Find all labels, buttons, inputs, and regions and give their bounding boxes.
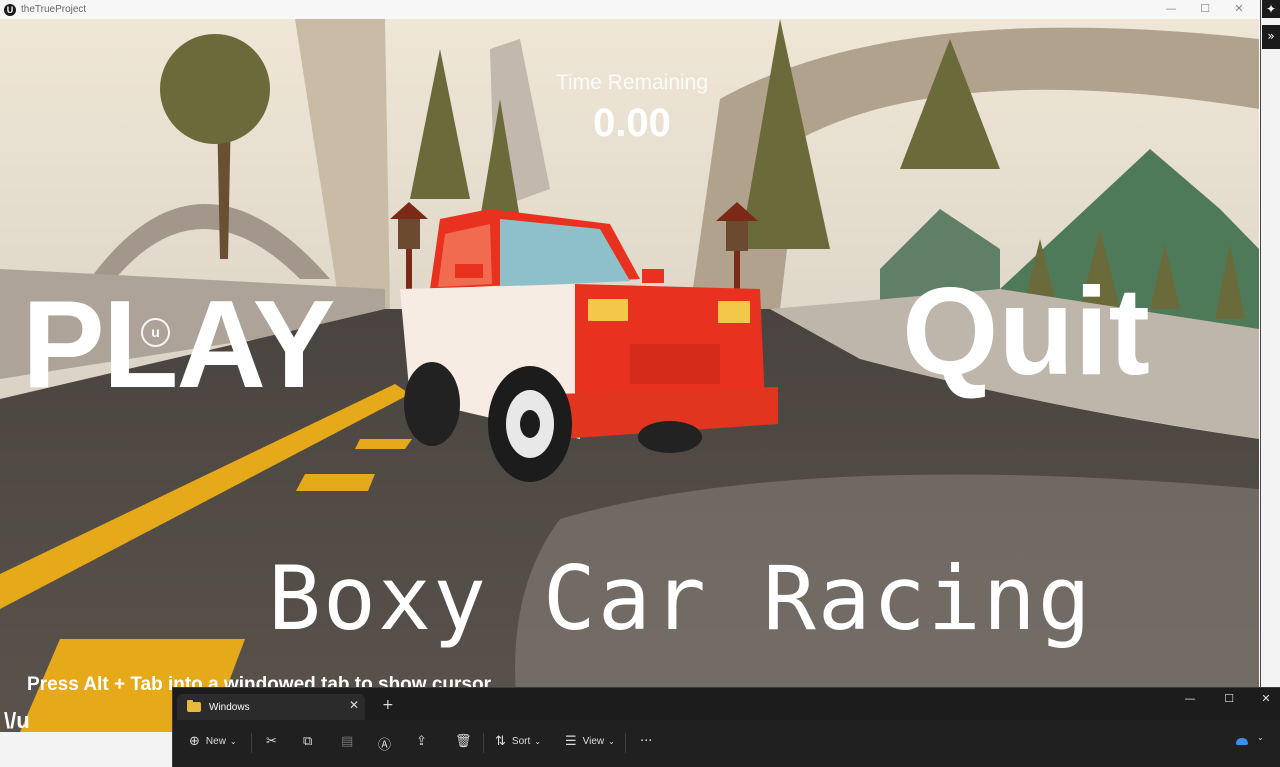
sort-button[interactable]: ⇅ Sort ⌄: [495, 734, 541, 749]
chevron-down-icon: ⌄: [1257, 733, 1264, 742]
folder-icon: [187, 700, 201, 712]
explorer-close-button[interactable]: ✕: [1251, 692, 1280, 710]
copy-button[interactable]: ⧉: [303, 734, 312, 749]
chevron-down-icon: ⌄: [229, 737, 237, 746]
car-wheel: [638, 421, 702, 453]
clipboard-icon: ▤: [341, 734, 354, 749]
share-button[interactable]: ⇪: [416, 734, 427, 749]
car-wheel: [404, 362, 460, 446]
cloud-menu-button[interactable]: ⌄: [1257, 733, 1264, 742]
toolbar-divider: [625, 733, 626, 753]
game-title: Boxy Car Racing: [268, 547, 1093, 650]
rename-icon: Ⓐ: [378, 738, 392, 753]
new-button[interactable]: ⊕ New ⌄: [189, 734, 237, 749]
explorer-toolbar: ⊕ New ⌄ ✂ ⧉ ▤ Ⓐ ⇪ 🗑 ⇅ Sort ⌄ ☰ View ⌄ ··…: [173, 721, 1280, 767]
window-title: theTrueProject: [21, 4, 87, 15]
play-button[interactable]: PLAY: [22, 283, 335, 407]
toolbar-divider: [483, 733, 484, 753]
expand-chevron-icon[interactable]: »: [1262, 25, 1280, 49]
unreal-watermark-icon: u: [141, 318, 170, 347]
time-remaining-label: Time Remaining: [555, 71, 709, 94]
trash-icon: 🗑: [455, 734, 472, 749]
explorer-tab[interactable]: Windows ✕: [177, 694, 365, 720]
explorer-tabbar: Windows ✕ + — ☐ ✕: [173, 688, 1280, 720]
explorer-minimize-button[interactable]: —: [1175, 692, 1205, 710]
game-window: U theTrueProject — ☐ ✕ Time Remaining 0.…: [0, 0, 1261, 733]
car-headlight: [588, 299, 628, 321]
right-edge-panel: [1261, 0, 1280, 766]
view-button[interactable]: ☰ View ⌄: [565, 734, 615, 749]
quit-button[interactable]: Quit: [902, 270, 1150, 394]
game-titlebar: U theTrueProject — ☐ ✕: [0, 0, 1260, 19]
chevron-down-icon: ⌄: [534, 737, 541, 746]
plus-circle-icon: ⊕: [189, 734, 200, 749]
delete-button[interactable]: 🗑: [455, 734, 472, 749]
scissors-icon: ✂: [266, 734, 277, 749]
car-mirror: [642, 269, 664, 283]
corner-logo-icon: \/u: [4, 708, 30, 733]
tab-label: Windows: [209, 701, 250, 713]
car-grille: [630, 344, 720, 384]
new-tab-button[interactable]: +: [382, 697, 394, 713]
close-button[interactable]: ✕: [1222, 0, 1256, 19]
extension-puzzle-icon[interactable]: ✦: [1262, 0, 1280, 18]
road-dash: [355, 439, 412, 449]
paste-button[interactable]: ▤: [341, 734, 353, 749]
view-label: View: [582, 736, 605, 747]
time-remaining-value: 0.00: [593, 101, 671, 145]
car-headlight: [718, 301, 750, 323]
minimize-button[interactable]: —: [1154, 0, 1188, 19]
sort-label: Sort: [511, 736, 531, 747]
copy-icon: ⧉: [303, 734, 313, 749]
more-options-button[interactable]: ···: [640, 734, 652, 749]
file-explorer-window: Windows ✕ + — ☐ ✕ ⊕ New ⌄ ✂ ⧉ ▤ Ⓐ ⇪ 🗑 ⇅ …: [172, 687, 1280, 767]
maximize-button[interactable]: ☐: [1188, 0, 1222, 19]
more-icon: ···: [640, 734, 653, 749]
toolbar-divider: [251, 733, 252, 753]
explorer-maximize-button[interactable]: ☐: [1214, 692, 1244, 710]
rename-button[interactable]: Ⓐ: [378, 734, 391, 753]
view-list-icon: ☰: [565, 734, 577, 749]
new-label: New: [205, 736, 226, 747]
road-dash: [296, 474, 375, 491]
onedrive-cloud-icon[interactable]: [1236, 738, 1248, 745]
car-mirror: [455, 264, 483, 278]
tab-close-icon[interactable]: ✕: [349, 698, 359, 712]
chevron-down-icon: ⌄: [608, 737, 615, 746]
share-icon: ⇪: [416, 734, 427, 749]
sort-icon: ⇅: [495, 734, 506, 749]
unreal-logo-icon: U: [4, 3, 16, 16]
cut-button[interactable]: ✂: [266, 734, 277, 749]
